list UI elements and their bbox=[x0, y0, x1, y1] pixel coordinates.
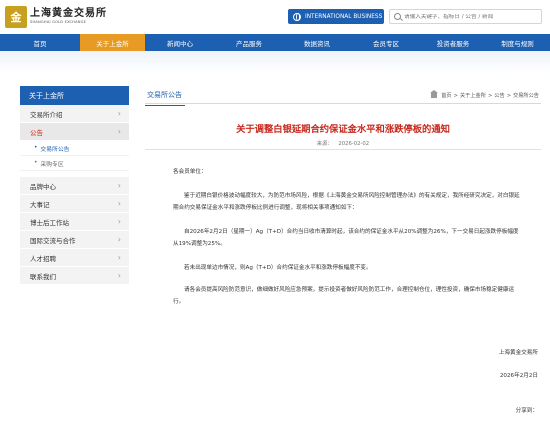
chevron-right-icon: › bbox=[117, 181, 121, 190]
article-paragraph-3: 若未出现单边市情况，则Ag（T+D）合约保证金水平和涨跌停板幅度不变。 bbox=[184, 265, 372, 271]
sidebar-item-events[interactable]: 大事记 › bbox=[20, 195, 129, 213]
globe-icon bbox=[293, 12, 301, 21]
chevron-right-icon: › bbox=[117, 217, 121, 226]
sidebar-subitem-exchange-notice[interactable]: • 交易所公告 bbox=[20, 141, 129, 156]
sidebar-item-hr[interactable]: 人才招聘 › bbox=[20, 249, 129, 267]
international-business-label: INTERNATIONAL BUSINESS bbox=[305, 13, 383, 20]
home-icon bbox=[430, 90, 439, 98]
article-greeting: 各会员单位： bbox=[173, 169, 207, 175]
top-header: 金 上海黄金交易所 SHANGHAI GOLD EXCHANGE INTERNA… bbox=[0, 0, 550, 34]
sidebar-item-contact[interactable]: 联系我们 › bbox=[20, 267, 129, 285]
bullet-icon: • bbox=[34, 145, 38, 151]
sidebar-item-label: 品牌中心 bbox=[30, 182, 56, 191]
breadcrumb-level3[interactable]: 交易所公告 bbox=[513, 92, 539, 99]
sidebar-item-intl[interactable]: 国际交流与合作 › bbox=[20, 231, 129, 249]
site-logo[interactable]: 金 上海黄金交易所 SHANGHAI GOLD EXCHANGE bbox=[5, 5, 115, 29]
sidebar: 关于上金所 交易所介绍 › 公告 › • 交易所公告 • 采购专区 品牌中心 ›… bbox=[20, 86, 129, 285]
logo-text: 上海黄金交易所 SHANGHAI GOLD EXCHANGE bbox=[30, 9, 107, 25]
nav-members[interactable]: 会员专区 bbox=[351, 34, 421, 51]
section-header: 交易所公告 首页 > 关于上金所 > 公告 > 交易所公告 bbox=[145, 86, 541, 106]
sidebar-title: 关于上金所 bbox=[20, 86, 129, 105]
nav-investors[interactable]: 投资者服务 bbox=[421, 34, 485, 51]
nav-products[interactable]: 产品服务 bbox=[215, 34, 283, 51]
sidebar-item-label: 人才招聘 bbox=[30, 254, 56, 263]
banner-strip bbox=[0, 51, 550, 73]
chevron-right-icon: › bbox=[117, 271, 121, 280]
bullet-icon: • bbox=[34, 160, 38, 166]
breadcrumb-level1[interactable]: 关于上金所 bbox=[460, 92, 486, 99]
nav-news[interactable]: 新闻中心 bbox=[145, 34, 215, 51]
chevron-right-icon: › bbox=[117, 235, 121, 244]
sidebar-item-label: 大事记 bbox=[30, 200, 50, 209]
article-date: 2026-02-02 bbox=[338, 141, 370, 147]
logo-cn: 上海黄金交易所 bbox=[30, 8, 107, 20]
sidebar-item-postdoc[interactable]: 博士后工作站 › bbox=[20, 213, 129, 231]
main-content: 交易所公告 首页 > 关于上金所 > 公告 > 交易所公告 关于调整白银延期合约… bbox=[145, 86, 541, 414]
chevron-right-icon: › bbox=[117, 127, 121, 136]
chevron-right-icon: › bbox=[117, 199, 121, 208]
article-title: 关于调整白银延期合约保证金水平和涨跌停板的通知 bbox=[236, 124, 450, 135]
chevron-right-icon: › bbox=[117, 109, 121, 118]
sidebar-item-label: 国际交流与合作 bbox=[30, 236, 76, 245]
breadcrumb-separator: > bbox=[453, 92, 458, 99]
sidebar-item-label: 联系我们 bbox=[30, 272, 56, 281]
sidebar-item-label: 公告 bbox=[30, 128, 43, 137]
sidebar-item-brand[interactable]: 品牌中心 › bbox=[20, 177, 129, 195]
sidebar-item-label: 博士后工作站 bbox=[30, 218, 69, 227]
sidebar-subitem-label: 交易所公告 bbox=[40, 146, 70, 153]
international-business-button[interactable]: INTERNATIONAL BUSINESS bbox=[288, 9, 384, 24]
breadcrumb: 首页 > 关于上金所 > 公告 > 交易所公告 bbox=[430, 90, 539, 99]
breadcrumb-separator: > bbox=[487, 92, 493, 99]
nav-home[interactable]: 首页 bbox=[0, 34, 80, 51]
share-label: 分享到： bbox=[515, 408, 538, 414]
sidebar-subitem-label: 采购专区 bbox=[40, 161, 64, 168]
signature-date: 2026年2月2日 bbox=[499, 373, 538, 379]
article-paragraph-4: 请各会员提高风险防范意识，做细做好风险应急预案，提示投资者做好风险防范工作，合理… bbox=[173, 287, 515, 305]
article-meta: 来源： 2026-02-02 bbox=[145, 139, 541, 147]
article-paragraph-2: 自2026年2月2日（星期一）Ag（T+D）合约当日收市清算时起，该合约的保证金… bbox=[173, 229, 519, 247]
sidebar-item-label: 交易所介绍 bbox=[30, 110, 63, 119]
search-input[interactable] bbox=[404, 13, 539, 20]
section-title: 交易所公告 bbox=[145, 91, 185, 106]
breadcrumb-level2[interactable]: 公告 bbox=[494, 92, 504, 99]
nav-about[interactable]: 关于上金所 bbox=[80, 34, 145, 51]
main-nav: 首页 关于上金所 新闻中心 产品服务 数据资讯 会员专区 投资者服务 制度与规则 bbox=[0, 34, 550, 51]
breadcrumb-home[interactable]: 首页 bbox=[441, 92, 451, 99]
article-paragraph-1: 鉴于近期白银价格波动幅度较大，为防范市场风险，根据《上海黄金交易所风险控制管理办… bbox=[173, 193, 520, 211]
sidebar-item-intro[interactable]: 交易所介绍 › bbox=[20, 105, 129, 123]
divider bbox=[145, 149, 541, 150]
search-box[interactable] bbox=[389, 9, 542, 24]
search-icon[interactable] bbox=[394, 13, 401, 20]
sidebar-subitem-procurement[interactable]: • 采购专区 bbox=[20, 156, 129, 171]
nav-data[interactable]: 数据资讯 bbox=[283, 34, 351, 51]
logo-en: SHANGHAI GOLD EXCHANGE bbox=[30, 20, 87, 25]
signature-org: 上海黄金交易所 bbox=[498, 350, 538, 356]
chevron-right-icon: › bbox=[117, 253, 121, 262]
sidebar-item-notice[interactable]: 公告 › bbox=[20, 123, 129, 141]
nav-rules[interactable]: 制度与规则 bbox=[485, 34, 550, 51]
breadcrumb-separator: > bbox=[506, 92, 512, 99]
logo-mark-icon: 金 bbox=[5, 6, 27, 28]
article-source-label: 来源： bbox=[316, 141, 333, 147]
